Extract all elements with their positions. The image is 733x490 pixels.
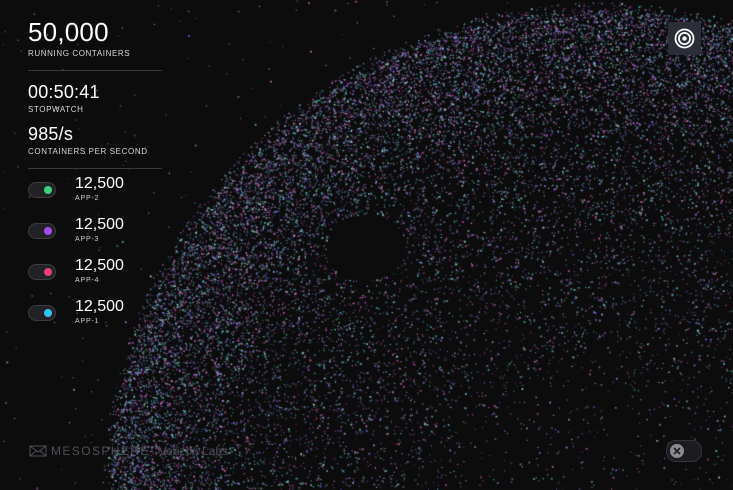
toggle-knob bbox=[44, 186, 52, 194]
visualization-stage: 50,000 RUNNING CONTAINERS 00:50:41 STOPW… bbox=[0, 0, 733, 490]
toggle-knob bbox=[44, 309, 52, 317]
footer-branding: MESOSPHERE Verizon Labs bbox=[29, 442, 228, 460]
app-list: 12,500 APP-2 12,500 APP-3 12,500 APP-4 1… bbox=[28, 175, 162, 344]
app-name: APP-3 bbox=[75, 236, 100, 243]
brand-name: MESOSPHERE bbox=[51, 444, 150, 458]
close-toggle-knob bbox=[670, 444, 684, 458]
app-toggle-app-4[interactable] bbox=[28, 264, 56, 280]
containers-per-second-value: 985/s bbox=[28, 124, 74, 144]
app-name: APP-1 bbox=[75, 318, 100, 325]
stopwatch-label: STOPWATCH bbox=[28, 105, 84, 114]
target-icon bbox=[674, 28, 695, 49]
divider bbox=[28, 168, 162, 169]
app-row-app-2: 12,500 APP-2 bbox=[28, 175, 162, 221]
target-button[interactable] bbox=[668, 22, 701, 55]
partner-name: Verizon Labs bbox=[158, 444, 229, 458]
app-name: APP-2 bbox=[75, 195, 100, 202]
app-toggle-app-2[interactable] bbox=[28, 182, 56, 198]
app-count: 12,500 bbox=[75, 298, 124, 315]
app-row-app-4: 12,500 APP-4 bbox=[28, 257, 162, 303]
toggle-knob bbox=[44, 227, 52, 235]
app-count: 12,500 bbox=[75, 257, 124, 274]
app-count: 12,500 bbox=[75, 216, 124, 233]
app-toggle-app-3[interactable] bbox=[28, 223, 56, 239]
app-row-app-3: 12,500 APP-3 bbox=[28, 216, 162, 262]
stopwatch-value: 00:50:41 bbox=[28, 82, 100, 102]
running-containers-label: RUNNING CONTAINERS bbox=[28, 49, 131, 58]
stats-panel: 50,000 RUNNING CONTAINERS 00:50:41 STOPW… bbox=[28, 18, 162, 344]
app-toggle-app-1[interactable] bbox=[28, 305, 56, 321]
close-icon bbox=[673, 447, 681, 455]
app-name: APP-4 bbox=[75, 277, 100, 284]
mesosphere-logo-icon bbox=[29, 445, 47, 457]
toggle-knob bbox=[44, 268, 52, 276]
running-containers-value: 50,000 bbox=[28, 17, 109, 47]
close-toggle[interactable] bbox=[666, 440, 702, 462]
divider bbox=[28, 70, 162, 71]
app-count: 12,500 bbox=[75, 175, 124, 192]
containers-per-second-label: CONTAINERS PER SECOND bbox=[28, 147, 148, 156]
app-row-app-1: 12,500 APP-1 bbox=[28, 298, 162, 344]
